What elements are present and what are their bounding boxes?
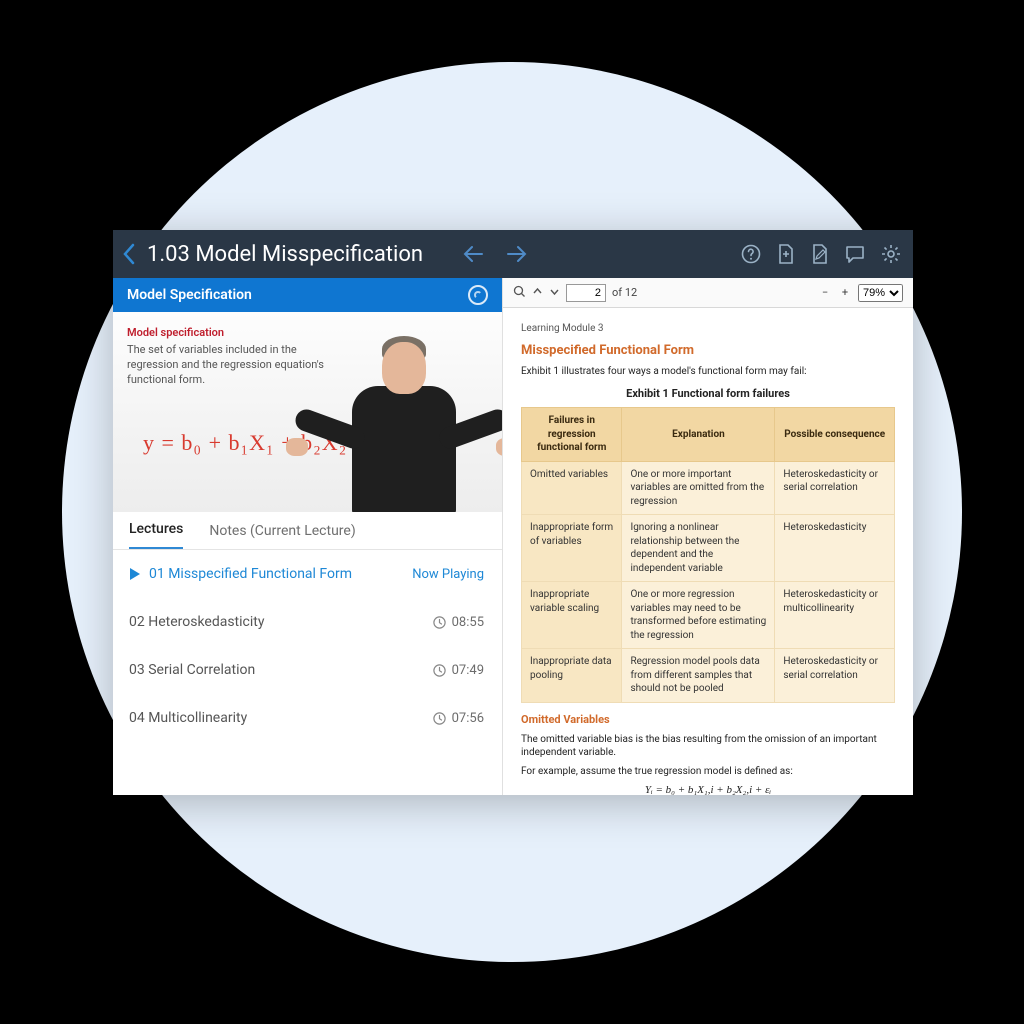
section-title: Model Specification (127, 287, 252, 303)
lecture-name: 01 Misspecified Functional Form (149, 566, 352, 582)
add-document-icon[interactable] (777, 244, 795, 264)
doc-page-down-icon[interactable] (549, 286, 560, 300)
doc-para: The omitted variable bias is the bias re… (521, 733, 895, 760)
edit-document-icon[interactable] (811, 244, 829, 264)
lecture-row[interactable]: 04 Multicollinearity 07:56 (113, 694, 502, 742)
zoom-in-icon[interactable]: + (838, 286, 852, 299)
exhibit-title: Exhibit 1 Functional form failures (521, 387, 895, 402)
play-icon (129, 567, 141, 581)
doc-lead: Exhibit 1 illustrates four ways a model'… (521, 365, 895, 379)
brand-swirl-icon (468, 285, 488, 305)
doc-page-up-icon[interactable] (532, 286, 543, 300)
next-arrow-icon[interactable] (507, 245, 527, 263)
tab-notes[interactable]: Notes (Current Lecture) (209, 523, 355, 549)
lecture-name: 03 Serial Correlation (129, 662, 255, 678)
lecture-list: 01 Misspecified Functional Form Now Play… (113, 550, 502, 795)
lecture-duration: 08:55 (452, 615, 484, 630)
lecture-row[interactable]: 03 Serial Correlation 07:49 (113, 646, 502, 694)
titlebar: 1.03 Model Misspecification (113, 230, 913, 278)
table-header: Possible consequence (775, 408, 895, 462)
video-slide[interactable]: Model specification The set of variables… (113, 312, 502, 512)
lecture-duration: 07:56 (452, 711, 484, 726)
section-header: Model Specification (113, 278, 502, 312)
lecture-row[interactable]: 01 Misspecified Functional Form Now Play… (113, 550, 502, 598)
lecture-name: 02 Heteroskedasticity (129, 614, 264, 630)
clock-icon (433, 616, 446, 629)
table-header: Explanation (622, 408, 775, 462)
doc-heading: Misspecified Functional Form (521, 342, 895, 360)
chat-icon[interactable] (845, 244, 865, 264)
tab-lectures[interactable]: Lectures (129, 521, 183, 549)
page-title: 1.03 Model Misspecification (147, 242, 423, 267)
exhibit-table: Failures in regression functional form E… (521, 407, 895, 703)
help-icon[interactable] (741, 244, 761, 264)
doc-toolbar: of 12 − + 79% (503, 278, 913, 308)
table-row: Inappropriate form of variables Ignoring… (522, 515, 895, 582)
left-pane: Model Specification Model specification … (113, 278, 503, 795)
document-pane: of 12 − + 79% Learning Module 3 Misspeci… (503, 278, 913, 795)
lecture-status: Now Playing (412, 567, 484, 582)
lecture-name: 04 Multicollinearity (129, 710, 247, 726)
lecture-row[interactable]: 02 Heteroskedasticity 08:55 (113, 598, 502, 646)
doc-module-label: Learning Module 3 (521, 322, 895, 336)
presenter-figure (312, 322, 492, 512)
doc-page-input[interactable] (566, 284, 606, 302)
slide-caption-sub: The set of variables included in the reg… (127, 343, 332, 388)
table-header: Failures in regression functional form (522, 408, 622, 462)
doc-search-icon[interactable] (513, 285, 526, 301)
app-window: 1.03 Model Misspecification (113, 230, 913, 795)
doc-para: For example, assume the true regression … (521, 765, 895, 779)
doc-page-total: of 12 (612, 286, 637, 299)
prev-arrow-icon[interactable] (463, 245, 483, 263)
lecture-duration: 07:49 (452, 663, 484, 678)
settings-gear-icon[interactable] (881, 244, 901, 264)
table-row: Omitted variables One or more important … (522, 461, 895, 515)
doc-body[interactable]: Learning Module 3 Misspecified Functiona… (503, 308, 913, 795)
slide-caption-title: Model specification (127, 326, 332, 339)
back-chevron-icon[interactable] (121, 242, 137, 266)
subhead-omitted: Omitted Variables (521, 713, 895, 728)
tabs: Lectures Notes (Current Lecture) (113, 512, 502, 550)
slide-caption: Model specification The set of variables… (127, 326, 332, 388)
clock-icon (433, 712, 446, 725)
table-row: Inappropriate data pooling Regression mo… (522, 649, 895, 703)
table-row: Inappropriate variable scaling One or mo… (522, 582, 895, 649)
zoom-out-icon[interactable]: − (818, 286, 832, 299)
zoom-select[interactable]: 79% (858, 284, 903, 302)
clock-icon (433, 664, 446, 677)
doc-equation: Yᵢ = b₀ + b₁X₁,i + b₂X₂,i + εᵢ (521, 783, 895, 795)
